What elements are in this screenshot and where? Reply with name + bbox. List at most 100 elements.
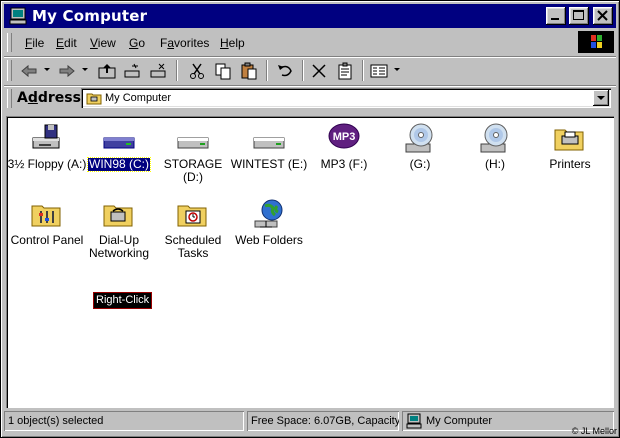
mp3-disc-icon: MP3	[328, 123, 360, 149]
scheduled-tasks-folder-icon	[177, 205, 207, 227]
title-bar[interactable]: My Computer	[4, 4, 616, 28]
delete-button[interactable]	[308, 61, 330, 81]
address-input[interactable]: My Computer	[81, 88, 611, 108]
views-dropdown[interactable]	[394, 68, 400, 71]
copy-icon	[215, 63, 231, 80]
scissors-icon	[190, 63, 204, 79]
my-computer-small-icon	[406, 413, 422, 429]
menu-bar: File Edit View Go Favorites Help	[4, 31, 616, 55]
address-label: Address	[17, 90, 81, 106]
menu-help[interactable]: Help	[219, 35, 246, 51]
web-folders-icon	[254, 199, 283, 228]
undo-button[interactable]	[274, 61, 296, 81]
status-selection: 1 object(s) selected	[4, 411, 244, 431]
hard-drive-icon	[253, 137, 285, 149]
address-bar: Address My Computer	[4, 87, 616, 111]
back-button[interactable]	[18, 61, 40, 81]
menu-file[interactable]: File	[24, 35, 45, 51]
drive-c-item[interactable]: WIN98 (C:)	[78, 122, 160, 172]
menu-grip[interactable]	[7, 33, 12, 52]
back-arrow-icon	[21, 64, 37, 78]
back-dropdown[interactable]	[44, 68, 50, 71]
drive-e-item[interactable]: WINTEST (E:)	[228, 122, 310, 171]
copyright-text: © JL Mellor	[571, 426, 617, 436]
file-view-pane[interactable]: 3½ Floppy (A:) WIN98 (C:) STORAGE (D:) W…	[6, 116, 614, 408]
windows-flag-icon	[591, 35, 602, 48]
drive-g-item[interactable]: (G:)	[379, 122, 461, 171]
drive-d-item[interactable]: STORAGE (D:)	[152, 122, 234, 184]
up-folder-icon	[98, 64, 116, 79]
cd-drive-icon	[405, 123, 433, 153]
drive-h-item[interactable]: (H:)	[454, 122, 536, 171]
disconnect-button[interactable]	[148, 61, 170, 81]
control-panel-folder-icon	[31, 205, 61, 227]
drive-label: (H:)	[485, 157, 505, 171]
toolbar-separator	[176, 60, 178, 81]
address-value: My Computer	[105, 92, 172, 104]
cd-drive-icon	[480, 123, 508, 153]
control-panel-item[interactable]: Control Panel	[6, 198, 88, 247]
printers-item[interactable]: Printers	[529, 122, 611, 171]
delete-x-icon	[312, 64, 326, 78]
close-button[interactable]	[593, 7, 613, 25]
drive-label: WINTEST (E:)	[230, 157, 308, 171]
status-free-space: Free Space: 6.07GB, Capacity	[247, 411, 399, 431]
drive-label: (G:)	[409, 157, 431, 171]
standard-toolbar	[4, 58, 616, 84]
toolbar-separator	[362, 60, 364, 81]
minimize-button[interactable]	[546, 7, 566, 25]
new-folder-button[interactable]	[122, 61, 144, 81]
maximize-icon	[573, 10, 584, 20]
floppy-drive-icon	[32, 124, 60, 149]
status-bar: 1 object(s) selected Free Space: 6.07GB,…	[4, 410, 616, 434]
copy-button[interactable]	[212, 61, 234, 81]
drive-f-item[interactable]: MP3 MP3 (F:)	[303, 122, 385, 171]
toolbar-separator	[302, 60, 304, 81]
web-folders-item[interactable]: Web Folders	[228, 198, 310, 247]
properties-icon	[338, 62, 352, 80]
item-label: Control Panel	[10, 233, 84, 247]
explorer-window: My Computer File Edit View Go Favorites …	[0, 0, 620, 438]
menu-view[interactable]: View	[89, 35, 117, 51]
menu-edit[interactable]: Edit	[55, 35, 78, 51]
hard-drive-icon	[177, 137, 209, 149]
address-grip[interactable]	[7, 89, 12, 108]
windows-logo	[578, 31, 614, 53]
disconnect-drive-icon	[150, 63, 166, 78]
hard-drive-icon	[103, 137, 135, 149]
drive-label: WIN98 (C:)	[87, 157, 151, 172]
forward-dropdown[interactable]	[82, 68, 88, 71]
close-icon	[597, 10, 608, 21]
forward-button[interactable]	[56, 61, 78, 81]
toolbar-grip[interactable]	[7, 60, 12, 81]
scheduled-tasks-item[interactable]: Scheduled Tasks	[152, 198, 234, 260]
paste-icon	[241, 62, 257, 80]
item-label: Scheduled Tasks	[164, 233, 222, 260]
forward-arrow-icon	[59, 64, 75, 78]
dial-up-networking-item[interactable]: Dial-Up Networking	[78, 198, 160, 260]
drive-label: MP3 (F:)	[320, 157, 368, 171]
drive-label: 3½ Floppy (A:)	[7, 157, 87, 171]
properties-button[interactable]	[334, 61, 356, 81]
paste-button[interactable]	[238, 61, 260, 81]
item-label: Printers	[549, 157, 591, 171]
my-computer-icon	[9, 7, 27, 25]
address-dropdown-button[interactable]	[593, 90, 609, 106]
dialup-folder-icon	[103, 205, 133, 227]
right-click-annotation: Right-Click	[92, 292, 153, 309]
up-folder-button[interactable]	[96, 61, 118, 81]
toolbar-separator	[266, 60, 268, 81]
views-button[interactable]	[368, 61, 390, 81]
printers-folder-icon	[554, 129, 584, 151]
item-label: Dial-Up Networking	[89, 233, 150, 260]
menu-favorites[interactable]: Favorites	[159, 35, 210, 51]
drive-a-item[interactable]: 3½ Floppy (A:)	[6, 122, 88, 171]
undo-icon	[278, 65, 292, 77]
maximize-button[interactable]	[569, 7, 589, 25]
window-title: My Computer	[32, 7, 148, 25]
cut-button[interactable]	[186, 61, 208, 81]
views-icon	[370, 64, 388, 78]
svg-text:MP3: MP3	[333, 131, 356, 143]
item-label: Web Folders	[235, 233, 303, 247]
menu-go[interactable]: Go	[128, 35, 146, 51]
